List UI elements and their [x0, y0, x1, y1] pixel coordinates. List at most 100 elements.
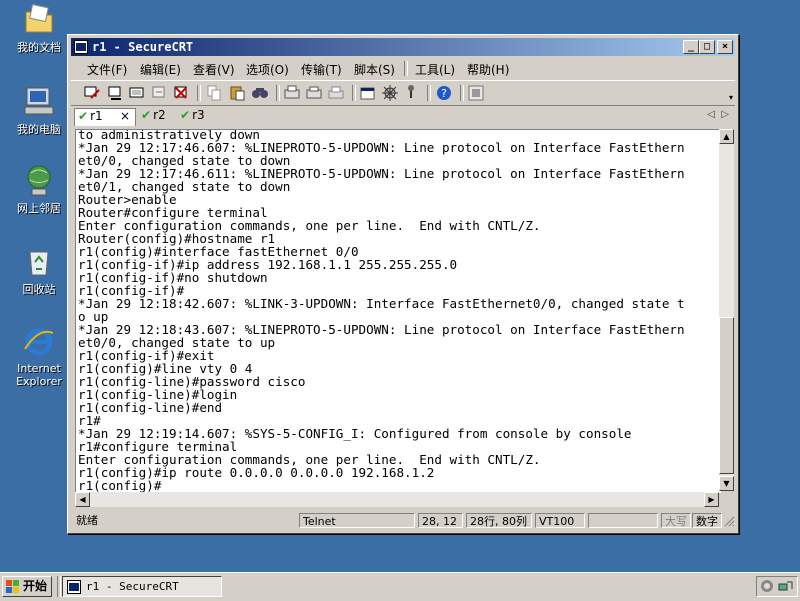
tab-label: r1: [90, 109, 103, 123]
tab-scroll-right-icon[interactable]: ▷: [721, 109, 729, 120]
start-label: 开始: [23, 579, 48, 593]
close-button[interactable]: ×: [717, 40, 733, 54]
status-terminal-size: 28行, 80列: [466, 513, 532, 528]
menu-edit[interactable]: 编辑(E): [140, 61, 181, 78]
toolbar-separator: [427, 85, 431, 101]
toolbar-separator: [352, 85, 356, 101]
quick-connect-icon[interactable]: [106, 84, 124, 102]
connect-tab-icon[interactable]: [128, 84, 146, 102]
recycle-bin-icon: [29, 251, 49, 276]
status-caps-lock: 大写: [661, 513, 691, 528]
menu-tools[interactable]: 工具(L): [415, 61, 455, 78]
tray-speaker-icon[interactable]: [760, 579, 775, 594]
keymap-icon[interactable]: [402, 84, 420, 102]
session-options-icon[interactable]: [359, 84, 377, 102]
connect-icon[interactable]: [83, 84, 101, 102]
my-documents-icon: [25, 3, 53, 33]
toolbar-overflow-icon[interactable]: ▾: [729, 93, 733, 102]
connected-check-icon: ✔: [78, 109, 89, 123]
menu-separator: [404, 61, 408, 76]
internet-explorer-icon: [24, 328, 54, 356]
scroll-down-icon[interactable]: ▼: [719, 476, 734, 491]
menu-view[interactable]: 查看(V): [193, 61, 235, 78]
toolbar-separator: [460, 85, 464, 101]
desktop-icon-internet-explorer[interactable]: Internet Explorer: [6, 325, 72, 388]
taskbar-window-label: r1 - SecureCRT: [86, 580, 179, 593]
print-icon[interactable]: [283, 84, 301, 102]
printer-setup-icon[interactable]: [327, 84, 345, 102]
desktop-icon-label: 我的电脑: [17, 123, 61, 136]
securecrt-taskbar-icon: [67, 580, 81, 594]
status-emulation: VT100: [535, 513, 585, 528]
terminal-area[interactable]: to administratively down *Jan 29 12:17:4…: [75, 129, 721, 493]
taskbar-window-button[interactable]: r1 - SecureCRT: [62, 576, 222, 597]
vertical-scroll-thumb[interactable]: [719, 317, 734, 474]
maximize-button[interactable]: □: [699, 40, 715, 54]
securecrt-window: r1 - SecureCRT _ □ × 文件(F) 编辑(E) 查看(V) 选…: [67, 34, 739, 534]
tab-r3[interactable]: ✔ r3: [180, 108, 218, 125]
start-button[interactable]: 开始: [2, 576, 52, 597]
vertical-scrollbar[interactable]: ▲ ▼: [719, 129, 734, 491]
desktop-icon-label-line2: Explorer: [16, 375, 62, 388]
minimize-button[interactable]: _: [683, 40, 699, 54]
help-icon[interactable]: ?: [435, 84, 453, 102]
disconnect-icon[interactable]: [172, 84, 190, 102]
tray-network-icon[interactable]: [778, 579, 793, 594]
desktop-icon-label: Internet: [17, 362, 61, 375]
scroll-up-icon[interactable]: ▲: [719, 129, 734, 144]
status-protocol: Telnet: [299, 513, 415, 528]
sftp-icon[interactable]: [467, 84, 485, 102]
menu-transfer[interactable]: 传输(T): [301, 61, 342, 78]
desktop-icon-my-documents[interactable]: 我的文档: [6, 2, 72, 55]
network-places-icon: [27, 165, 51, 196]
securecrt-app-icon: [74, 40, 88, 54]
horizontal-scrollbar[interactable]: ◀ ▶: [75, 492, 719, 507]
tab-scroll-left-icon[interactable]: ◁: [707, 109, 715, 120]
copy-icon[interactable]: [205, 84, 223, 102]
toolbar: ? ▾: [71, 80, 735, 106]
my-computer-icon: [24, 87, 54, 115]
scroll-right-icon[interactable]: ▶: [704, 492, 719, 507]
desktop-icon-label: 我的文档: [17, 41, 61, 54]
windows-logo-icon: [6, 580, 19, 593]
status-cursor-position: 28, 12: [418, 513, 463, 528]
find-icon[interactable]: [251, 84, 269, 102]
tab-r2[interactable]: ✔ r2: [141, 108, 179, 125]
taskbar: 开始 r1 - SecureCRT: [0, 572, 800, 601]
svg-text:?: ?: [441, 87, 447, 100]
menu-options[interactable]: 选项(O): [246, 61, 289, 78]
menu-file[interactable]: 文件(F): [87, 61, 127, 78]
session-tabs: ✔ r1 × ✔ r2 ✔ r3 ◁ ▷: [71, 106, 735, 126]
desktop-icon-label: 回收站: [22, 283, 56, 296]
tab-scroll-arrows: ◁ ▷: [707, 109, 729, 120]
desktop-icon-label: 网上邻居: [17, 202, 61, 215]
terminal-output: to administratively down *Jan 29 12:17:4…: [78, 129, 685, 493]
print-selection-icon[interactable]: [305, 84, 323, 102]
tab-close-icon[interactable]: ×: [120, 109, 130, 123]
connected-check-icon: ✔: [180, 108, 191, 122]
toolbar-separator: [197, 85, 201, 101]
menu-help[interactable]: 帮助(H): [467, 61, 509, 78]
global-options-icon[interactable]: [381, 84, 399, 102]
taskbar-separator: [57, 576, 61, 597]
desktop-icon-recycle-bin[interactable]: 回收站: [6, 244, 72, 297]
connected-check-icon: ✔: [141, 108, 152, 122]
desktop-icon-my-computer[interactable]: 我的电脑: [6, 84, 72, 137]
tab-label: r3: [192, 108, 205, 122]
toolbar-separator: [276, 85, 280, 101]
status-ready: 就绪: [76, 514, 98, 527]
resize-grip-icon[interactable]: [723, 515, 735, 527]
window-titlebar[interactable]: r1 - SecureCRT _ □ ×: [71, 38, 735, 56]
system-tray: [756, 576, 798, 597]
window-title: r1 - SecureCRT: [92, 40, 194, 54]
tab-r1[interactable]: ✔ r1 ×: [74, 108, 136, 126]
scroll-left-icon[interactable]: ◀: [75, 492, 90, 507]
status-bar: 就绪 Telnet 28, 12 28行, 80列 VT100 大写 数字: [71, 512, 735, 530]
paste-icon[interactable]: [228, 84, 246, 102]
menu-bar: 文件(F) 编辑(E) 查看(V) 选项(O) 传输(T) 脚本(S) 工具(L…: [71, 58, 735, 78]
tab-label: r2: [153, 108, 166, 122]
menu-script[interactable]: 脚本(S): [354, 61, 395, 78]
status-blank: [588, 513, 658, 528]
desktop-icon-network-places[interactable]: 网上邻居: [6, 163, 72, 216]
reconnect-icon[interactable]: [150, 84, 168, 102]
